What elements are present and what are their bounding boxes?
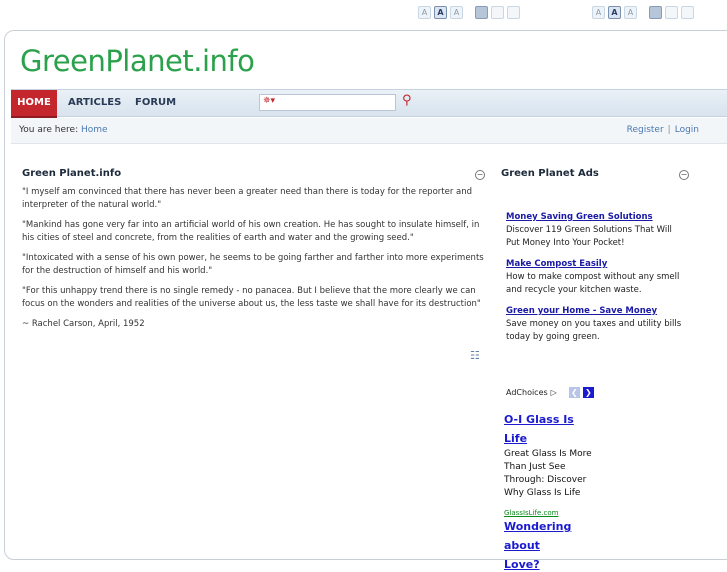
breadcrumb: You are here: Home Register | Login [11,118,727,144]
quote-paragraph: "Intoxicated with a sense of his own pow… [22,253,484,276]
ad-link[interactable]: Green your Home - Save Money [506,306,657,316]
width-narrow-button[interactable] [649,6,662,19]
quote-paragraph: "Mankind has gone very far into an artif… [22,220,480,243]
adchoices-label[interactable]: AdChoices [506,388,548,397]
adchoices-bar: AdChoices ▷ ❮ ❯ [506,387,594,398]
login-link[interactable]: Login [675,125,699,135]
quote-attribution: ~ Rachel Carson, April, 1952 [22,319,145,329]
width-wide-button[interactable] [681,6,694,19]
main-nav: HOME ARTICLES FORUM ✵▾ ⚲ [11,89,727,118]
font-size-controls-1: A A A [418,6,463,19]
quote-paragraph: "For this unhappy trend there is no sing… [22,286,481,309]
google-ad: Wondering about Love? [504,515,574,572]
ad-description: Save money on you taxes and utility bill… [506,319,682,342]
top-controls: A A A A A A [0,0,727,24]
adchoices-icon[interactable]: ▷ [551,388,557,397]
site-logo[interactable]: GreenPlanet.info [20,44,255,78]
font-default-button[interactable]: A [608,6,621,19]
prev-arrow-icon[interactable]: ❮ [568,387,580,398]
width-narrow-button[interactable] [475,6,488,19]
magnifier-icon[interactable]: ⚲ [402,93,412,108]
google-ad-text: Great Glass Is More Than Just See Throug… [504,449,592,498]
google-ad-title[interactable]: Wondering about Love? [504,520,571,571]
next-arrow-icon[interactable]: ❯ [582,387,594,398]
font-smaller-button[interactable]: A [418,6,431,19]
user-links: Register | Login [627,125,699,135]
minus-circle-icon[interactable]: − [475,170,485,180]
google-ad: O-I Glass Is Life Great Glass Is More Th… [504,408,594,519]
main-content: Green Planet.info "I myself am convinced… [22,168,488,331]
feed-icon[interactable]: ☷ [470,349,480,362]
font-size-controls-2: A A A [592,6,637,19]
ad-link[interactable]: Make Compost Easily [506,259,607,269]
font-smaller-button[interactable]: A [592,6,605,19]
user-links-separator: | [667,125,671,135]
register-link[interactable]: Register [627,125,664,135]
nav-forum[interactable]: FORUM [135,90,176,118]
width-medium-button[interactable] [491,6,504,19]
minus-circle-icon[interactable]: − [679,170,689,180]
width-medium-button[interactable] [665,6,678,19]
width-wide-button[interactable] [507,6,520,19]
ad-item: Green your Home - Save Money Save money … [506,298,686,344]
search-input[interactable]: ✵▾ [259,94,396,111]
ad-item: Money Saving Green Solutions Discover 11… [506,204,686,250]
width-controls-1 [475,6,520,19]
font-larger-button[interactable]: A [450,6,463,19]
search-engine-icon[interactable]: ✵▾ [263,96,275,106]
quote-paragraph: "I myself am convinced that there has ne… [22,187,473,210]
sidebar: Green Planet Ads [501,168,701,179]
font-larger-button[interactable]: A [624,6,637,19]
ad-link[interactable]: Money Saving Green Solutions [506,212,653,222]
font-default-button[interactable]: A [434,6,447,19]
ad-description: How to make compost without any smell an… [506,272,680,295]
google-ad-title[interactable]: O-I Glass Is Life [504,413,574,445]
ad-description: Discover 119 Green Solutions That Will P… [506,225,672,248]
ad-item: Make Compost Easily How to make compost … [506,251,686,297]
breadcrumb-label: You are here: [19,125,79,135]
sidebar-title: Green Planet Ads [501,168,599,179]
width-controls-2 [649,6,694,19]
page-title: Green Planet.info [22,168,122,179]
nav-articles[interactable]: ARTICLES [68,90,121,118]
nav-home[interactable]: HOME [11,90,57,118]
breadcrumb-home-link[interactable]: Home [81,125,108,135]
